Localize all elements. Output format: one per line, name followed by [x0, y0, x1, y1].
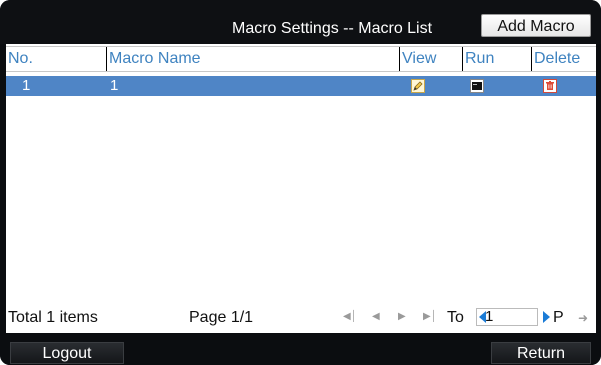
increment-arrow-icon[interactable]	[543, 311, 550, 323]
go-arrow-icon[interactable]: ➜	[578, 311, 588, 325]
column-header-macro-name[interactable]: Macro Name	[107, 47, 397, 71]
column-header-run[interactable]: Run	[463, 47, 529, 71]
trash-icon[interactable]	[543, 79, 557, 93]
page-title: Macro Settings -- Macro List	[232, 20, 433, 37]
cell-no: 1	[22, 77, 31, 94]
prev-page-icon[interactable]: ◀	[372, 311, 380, 322]
column-header-view[interactable]: View	[400, 47, 462, 71]
run-icon[interactable]	[470, 79, 484, 93]
goto-label: To	[447, 309, 464, 326]
column-header-delete[interactable]: Delete	[532, 47, 596, 71]
column-header-no[interactable]: No.	[6, 47, 106, 71]
macro-settings-window: Macro Settings -- Macro List Add Macro N…	[0, 0, 601, 365]
first-page-icon[interactable]: ◀│	[343, 311, 357, 322]
edit-icon[interactable]	[411, 79, 425, 93]
return-button[interactable]: Return	[491, 342, 591, 364]
title-bar: Macro Settings -- Macro List Add Macro	[0, 0, 601, 44]
page-suffix: P	[553, 309, 564, 326]
add-macro-button[interactable]: Add Macro	[481, 14, 591, 37]
cell-macro-name: 1	[110, 77, 119, 94]
table-header: No. Macro Name View Run Delete	[6, 46, 596, 72]
decrement-arrow-icon[interactable]	[479, 311, 486, 323]
next-page-icon[interactable]: ▶	[398, 311, 406, 322]
logout-button[interactable]: Logout	[10, 342, 124, 364]
bottom-bar: Logout Return	[0, 334, 601, 365]
table-row[interactable]: 1 1	[6, 76, 596, 96]
total-items: Total 1 items	[8, 309, 98, 326]
page-indicator: Page 1/1	[189, 309, 254, 326]
macro-list-table: No. Macro Name View Run Delete 1 1	[6, 44, 596, 310]
last-page-icon[interactable]: ▶│	[423, 311, 437, 322]
pagination-bar: Total 1 items Page 1/1 ◀│ ◀ ▶ ▶│ To 1 P …	[6, 300, 596, 333]
